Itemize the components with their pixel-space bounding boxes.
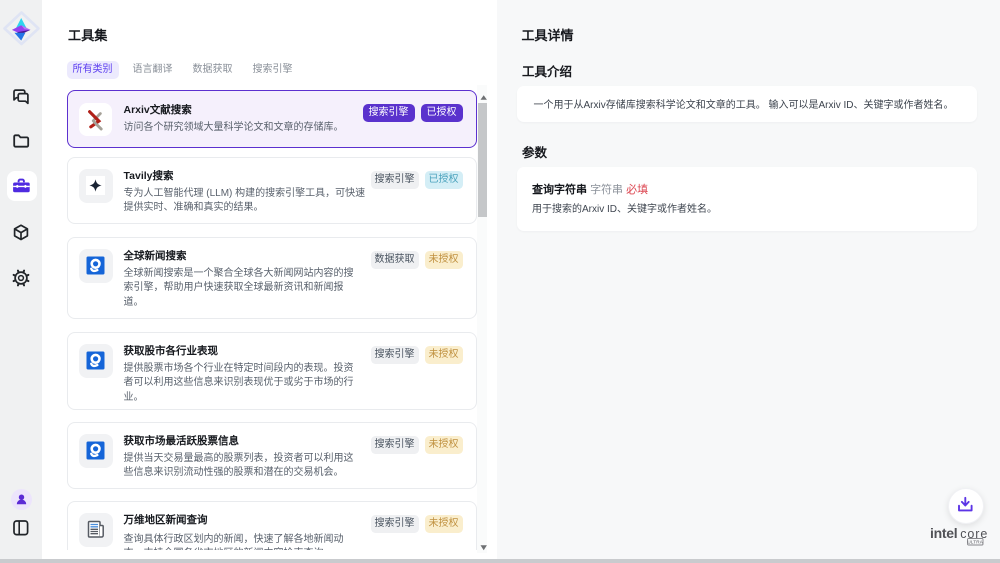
- svg-text:ULTRA: ULTRA: [967, 539, 983, 544]
